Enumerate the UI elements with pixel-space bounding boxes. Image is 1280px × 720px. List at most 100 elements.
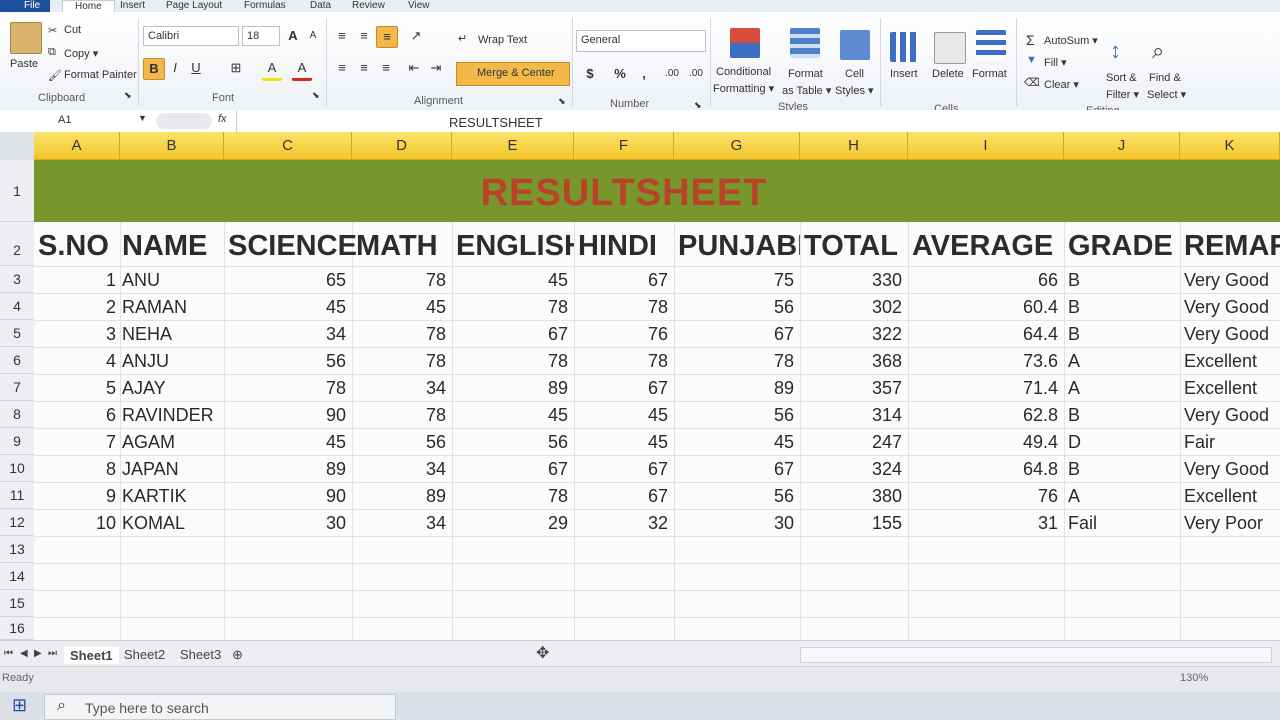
cell-punjabi[interactable]: 78: [674, 351, 794, 372]
cell-hindi[interactable]: 67: [574, 270, 668, 291]
shrink-font-icon[interactable]: A: [303, 26, 323, 46]
align-middle-icon[interactable]: ≡: [354, 26, 374, 46]
horizontal-scrollbar[interactable]: [800, 647, 1272, 663]
title-banner[interactable]: RESULTSHEET: [34, 160, 1280, 222]
prev-sheet-icon[interactable]: ◀: [20, 648, 28, 659]
format-as-table-label[interactable]: Format: [788, 68, 823, 80]
cell-remarks[interactable]: Very Good: [1184, 405, 1280, 426]
cell-name[interactable]: RAVINDER: [122, 405, 222, 426]
cell-total[interactable]: 380: [800, 486, 902, 507]
cell-sno[interactable]: 9: [34, 486, 116, 507]
cell-name[interactable]: AJAY: [122, 378, 222, 399]
cell-hindi[interactable]: 67: [574, 459, 668, 480]
cell-name[interactable]: KARTIK: [122, 486, 222, 507]
cut-icon[interactable]: ✂: [48, 24, 57, 37]
cell-punjabi[interactable]: 89: [674, 378, 794, 399]
alignment-launcher-icon[interactable]: ⬊: [558, 96, 566, 107]
fill-color-icon[interactable]: A: [262, 58, 282, 81]
cell-remarks[interactable]: Very Good: [1184, 270, 1280, 291]
tab-file[interactable]: File: [0, 0, 51, 12]
column-header-c[interactable]: C: [224, 132, 352, 160]
cell-sno[interactable]: 1: [34, 270, 116, 291]
cell-math[interactable]: 34: [352, 378, 446, 399]
cell-name[interactable]: JAPAN: [122, 459, 222, 480]
cell-hindi[interactable]: 78: [574, 297, 668, 318]
cell-grade[interactable]: B: [1068, 405, 1176, 426]
cell-hindi[interactable]: 67: [574, 378, 668, 399]
cell-sno[interactable]: 10: [34, 513, 116, 534]
worksheet-grid[interactable]: RESULTSHEET S.NO NAME SCIENCE MATH ENGLI…: [34, 160, 1280, 640]
cell-punjabi[interactable]: 67: [674, 324, 794, 345]
row-header-1[interactable]: 1: [0, 160, 34, 222]
column-header-i[interactable]: I: [908, 132, 1064, 160]
cell-total[interactable]: 330: [800, 270, 902, 291]
underline-button[interactable]: U: [186, 58, 206, 78]
cell-science[interactable]: 56: [224, 351, 346, 372]
cell-total[interactable]: 368: [800, 351, 902, 372]
next-sheet-icon[interactable]: ▶: [34, 648, 42, 659]
cell-sno[interactable]: 4: [34, 351, 116, 372]
cell-punjabi[interactable]: 67: [674, 459, 794, 480]
cell-average[interactable]: 66: [908, 270, 1058, 291]
clear-icon[interactable]: ⌫: [1024, 76, 1040, 89]
name-box[interactable]: A1: [0, 111, 150, 131]
cell-total[interactable]: 324: [800, 459, 902, 480]
tab-view[interactable]: View: [408, 0, 430, 12]
conditional-formatting-button[interactable]: Formatting ▾: [713, 82, 774, 95]
row-header-15[interactable]: 15: [0, 590, 34, 617]
format-cells-icon[interactable]: [976, 30, 1006, 60]
row-header-10[interactable]: 10: [0, 455, 34, 482]
align-right-icon[interactable]: ≡: [376, 58, 396, 78]
cell-math[interactable]: 34: [352, 513, 446, 534]
cell-name[interactable]: KOMAL: [122, 513, 222, 534]
tab-data[interactable]: Data: [310, 0, 331, 12]
tab-page-layout[interactable]: Page Layout: [166, 0, 222, 12]
increase-indent-icon[interactable]: ⇥: [426, 58, 446, 78]
cell-sno[interactable]: 3: [34, 324, 116, 345]
column-header-b[interactable]: B: [120, 132, 224, 160]
cell-sno[interactable]: 5: [34, 378, 116, 399]
sort-filter-button[interactable]: Filter ▾: [1106, 88, 1139, 101]
cell-english[interactable]: 78: [452, 486, 568, 507]
cell-english[interactable]: 45: [452, 405, 568, 426]
cell-total[interactable]: 322: [800, 324, 902, 345]
cell-name[interactable]: NEHA: [122, 324, 222, 345]
cell-science[interactable]: 45: [224, 432, 346, 453]
cell-math[interactable]: 45: [352, 297, 446, 318]
select-all-corner[interactable]: [0, 132, 35, 160]
decrease-decimal-button[interactable]: .00: [686, 64, 706, 84]
cell-grade[interactable]: Fail: [1068, 513, 1176, 534]
cell-math[interactable]: 34: [352, 459, 446, 480]
sort-filter-icon[interactable]: ↕: [1110, 38, 1121, 64]
cell-hindi[interactable]: 67: [574, 486, 668, 507]
header-science[interactable]: SCIENCE: [228, 230, 357, 263]
align-center-icon[interactable]: ≡: [354, 58, 374, 78]
cell-average[interactable]: 60.4: [908, 297, 1058, 318]
cell-grade[interactable]: D: [1068, 432, 1176, 453]
cell-math[interactable]: 78: [352, 270, 446, 291]
autosum-icon[interactable]: Σ: [1026, 32, 1035, 48]
row-header-9[interactable]: 9: [0, 428, 34, 455]
cell-styles-label[interactable]: Cell: [845, 68, 864, 80]
wrap-text-icon[interactable]: ↵: [458, 32, 467, 45]
font-size-select[interactable]: 18: [242, 26, 280, 46]
cell-remarks[interactable]: Excellent: [1184, 378, 1280, 399]
clipboard-launcher-icon[interactable]: ⬊: [124, 90, 132, 101]
insert-button[interactable]: Insert: [890, 68, 918, 80]
paste-button[interactable]: Paste: [10, 58, 38, 70]
wrap-text-button[interactable]: Wrap Text: [478, 34, 527, 46]
cell-punjabi[interactable]: 56: [674, 486, 794, 507]
cell-grade[interactable]: B: [1068, 270, 1176, 291]
cell-total[interactable]: 247: [800, 432, 902, 453]
cell-science[interactable]: 89: [224, 459, 346, 480]
cell-total[interactable]: 314: [800, 405, 902, 426]
insert-cells-icon[interactable]: [890, 32, 920, 62]
header-punjabi[interactable]: PUNJABI: [678, 230, 800, 263]
cell-remarks[interactable]: Fair: [1184, 432, 1280, 453]
cell-english[interactable]: 78: [452, 297, 568, 318]
column-header-j[interactable]: J: [1064, 132, 1180, 160]
row-header-11[interactable]: 11: [0, 482, 34, 509]
last-sheet-icon[interactable]: ⏭: [48, 648, 57, 659]
sort-filter-label[interactable]: Sort &: [1106, 72, 1137, 84]
cell-math[interactable]: 78: [352, 405, 446, 426]
